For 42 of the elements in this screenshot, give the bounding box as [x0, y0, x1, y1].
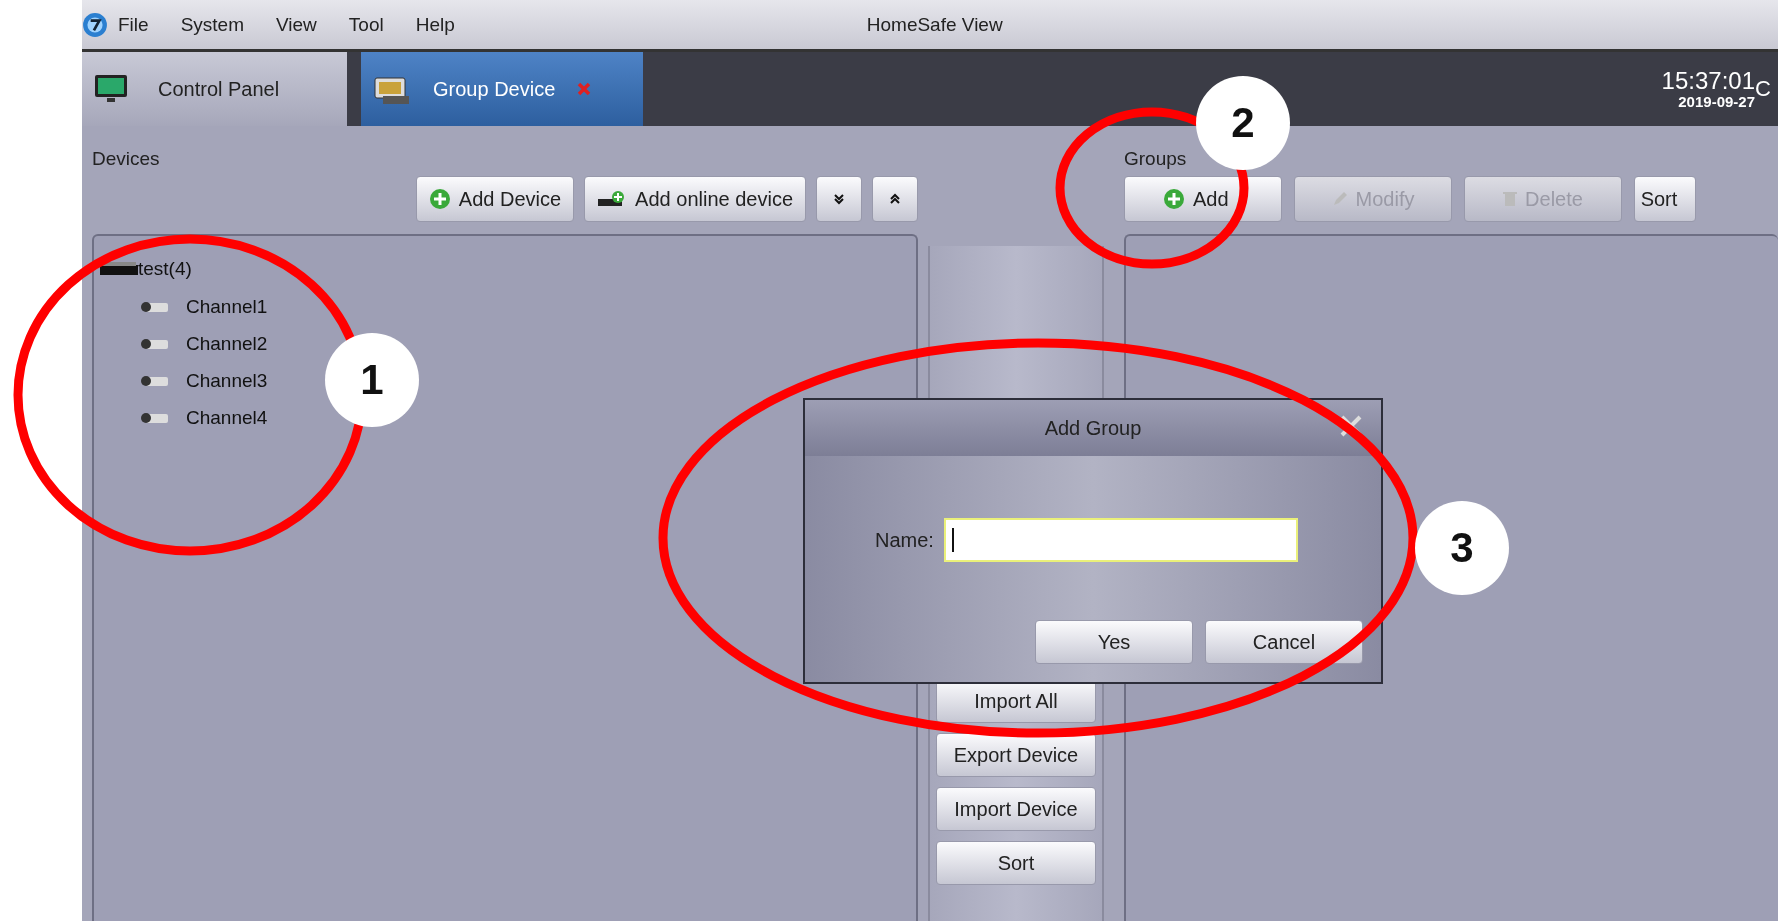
menu-item[interactable]: View: [276, 13, 317, 36]
field-label: Name:: [875, 528, 934, 552]
tab[interactable]: Group Device: [361, 52, 643, 126]
pencil-icon: [1331, 191, 1348, 207]
app-logo-icon: [82, 11, 108, 38]
name-input-field[interactable]: [943, 518, 1298, 562]
menu-item[interactable]: Help: [415, 13, 455, 36]
side-action-button[interactable]: Import Device: [936, 787, 1096, 831]
menu-item[interactable]: File: [118, 13, 149, 36]
tree-item[interactable]: test(4): [100, 250, 192, 288]
section-title: Groups: [1124, 148, 1188, 171]
menu-item[interactable]: System: [180, 13, 244, 36]
side-action-button[interactable]: Sort: [936, 841, 1096, 885]
tree-item[interactable]: Channel2: [100, 325, 268, 362]
tree-item[interactable]: Channel3: [100, 362, 268, 399]
dialog-button[interactable]: Cancel: [1205, 620, 1363, 664]
tree-item[interactable]: Channel1: [100, 288, 268, 325]
group-toolbar-button[interactable]: Sort: [1634, 176, 1696, 222]
dialog-button[interactable]: Yes: [1035, 620, 1193, 664]
dialog-title: Add Group: [1044, 416, 1142, 440]
trash-icon: [1503, 191, 1518, 207]
monitor-icon: [94, 74, 128, 104]
add-device-button[interactable]: Add Device: [415, 176, 575, 222]
group-toolbar-button[interactable]: Add: [1124, 176, 1282, 222]
collapse-all-button[interactable]: [872, 176, 918, 222]
expand-all-button[interactable]: [816, 176, 862, 222]
section-title: Devices: [92, 148, 161, 171]
tree-item[interactable]: Channel4: [100, 399, 268, 436]
recorder-icon: [100, 262, 138, 276]
double-chevron-down-icon: [833, 193, 845, 205]
clock-date: 2019-09-27: [1678, 92, 1755, 110]
annotation-number: 2: [1196, 76, 1290, 170]
double-chevron-up-icon: [889, 193, 901, 205]
side-action-button[interactable]: Export Device: [936, 733, 1096, 777]
clock-time: 15:37:01: [1661, 68, 1755, 93]
menu-item[interactable]: Tool: [348, 13, 384, 36]
cut-off-label: C: [1755, 76, 1772, 101]
plus-icon: [1163, 188, 1185, 210]
window-title: HomeSafe View: [866, 13, 1003, 36]
plus-icon: [428, 188, 451, 210]
add-online-device-button[interactable]: Add online device: [584, 176, 806, 222]
tab[interactable]: Control Panel: [82, 52, 347, 126]
